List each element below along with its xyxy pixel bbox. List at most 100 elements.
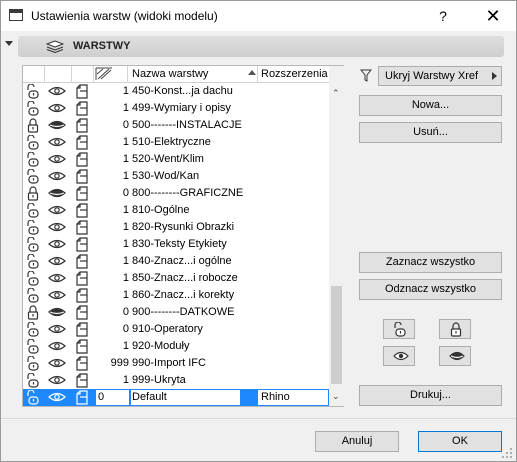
scroll-down-icon[interactable]: ⌄: [332, 391, 340, 402]
unlock-icon[interactable]: [26, 356, 40, 371]
wireframe-page-icon[interactable]: [75, 254, 89, 269]
table-row[interactable]: 1 810-Ogólne: [23, 202, 329, 219]
section-header[interactable]: WARSTWY: [18, 36, 504, 57]
wireframe-page-icon[interactable]: [75, 356, 89, 371]
unlock-icon[interactable]: [26, 152, 40, 167]
unlock-icon[interactable]: [26, 288, 40, 303]
help-button[interactable]: ?: [433, 6, 453, 26]
column-header-name[interactable]: Nazwa warstwy: [132, 68, 208, 80]
eye-icon[interactable]: [48, 152, 66, 166]
eye-icon[interactable]: [48, 322, 66, 336]
show-selected-button[interactable]: [383, 346, 415, 366]
table-row[interactable]: 1 499-Wymiary i opisy: [23, 100, 329, 117]
deselect-all-button[interactable]: Odznacz wszystko: [359, 279, 502, 300]
column-header-extension[interactable]: Rozszerzenia: [261, 68, 328, 80]
eye-icon[interactable]: [48, 254, 66, 268]
wireframe-page-icon[interactable]: [75, 339, 89, 354]
lock-selected-button[interactable]: [439, 319, 471, 339]
wireframe-page-icon[interactable]: [75, 135, 89, 150]
pen-hatch-icon[interactable]: [95, 67, 113, 81]
unlock-icon[interactable]: [26, 135, 40, 150]
table-row[interactable]: 1 920-Moduły: [23, 338, 329, 355]
unlock-icon[interactable]: [26, 339, 40, 354]
resize-grip-icon[interactable]: [501, 447, 513, 459]
table-row[interactable]: 1 820-Rysunki Obrazki: [23, 219, 329, 236]
lock-icon[interactable]: [26, 186, 40, 201]
unlock-icon[interactable]: [26, 169, 40, 184]
eye-icon[interactable]: [48, 390, 66, 404]
unlock-icon[interactable]: [26, 254, 40, 269]
wireframe-page-icon[interactable]: [75, 322, 89, 337]
hide-selected-button[interactable]: [439, 346, 471, 366]
ok-button[interactable]: OK: [418, 431, 502, 452]
select-all-button[interactable]: Zaznacz wszystko: [359, 252, 502, 273]
wireframe-page-icon[interactable]: [75, 288, 89, 303]
wireframe-page-icon[interactable]: [75, 220, 89, 235]
new-layer-button[interactable]: Nowa...: [359, 95, 502, 116]
eye-icon[interactable]: [48, 339, 66, 353]
wireframe-page-icon[interactable]: [75, 101, 89, 116]
unlock-icon[interactable]: [26, 237, 40, 252]
table-row[interactable]: 1 840-Znacz...i ogólne: [23, 253, 329, 270]
collapse-arrow-icon[interactable]: [5, 41, 13, 46]
eye-icon[interactable]: [48, 288, 66, 302]
eye-icon[interactable]: [48, 169, 66, 183]
unlock-icon[interactable]: [26, 390, 40, 405]
scroll-up-icon[interactable]: ⌃: [332, 88, 340, 99]
wireframe-page-icon[interactable]: [75, 84, 89, 99]
wireframe-page-icon[interactable]: [75, 390, 89, 405]
eye-icon[interactable]: [48, 373, 66, 387]
table-row[interactable]: 1 850-Znacz...i robocze: [23, 270, 329, 287]
unlock-icon[interactable]: [26, 84, 40, 99]
eye-icon[interactable]: [48, 203, 66, 217]
eye-icon[interactable]: [48, 237, 66, 251]
wireframe-page-icon[interactable]: [75, 305, 89, 320]
wireframe-page-icon[interactable]: [75, 169, 89, 184]
wireframe-page-icon[interactable]: [75, 237, 89, 252]
table-row[interactable]: 1 510-Elektryczne: [23, 134, 329, 151]
table-row[interactable]: 0 910-Operatory: [23, 321, 329, 338]
unlock-icon[interactable]: [26, 220, 40, 235]
eye-icon[interactable]: [48, 271, 66, 285]
wireframe-page-icon[interactable]: [75, 118, 89, 133]
unlock-icon[interactable]: [26, 101, 40, 116]
scrollbar-thumb[interactable]: [331, 286, 342, 384]
wireframe-page-icon[interactable]: [75, 373, 89, 388]
table-row[interactable]: 1 830-Teksty Etykiety: [23, 236, 329, 253]
table-row[interactable]: 0 500-------INSTALACJE: [23, 117, 329, 134]
delete-layer-button[interactable]: Usuń...: [359, 122, 502, 143]
wireframe-page-icon[interactable]: [75, 186, 89, 201]
cancel-button[interactable]: Anuluj: [315, 431, 399, 452]
wireframe-page-icon[interactable]: [75, 152, 89, 167]
table-row[interactable]: 1 520-Went/Klim: [23, 151, 329, 168]
unlock-icon[interactable]: [26, 322, 40, 337]
table-row[interactable]: 0 800--------GRAFICZNE: [23, 185, 329, 202]
eye-icon[interactable]: [48, 220, 66, 234]
xref-filter-dropdown[interactable]: Ukryj Warstwy Xref: [378, 66, 502, 86]
table-row[interactable]: 999 990-Import IFC: [23, 355, 329, 372]
eye-icon[interactable]: [48, 101, 66, 115]
eye-closed-icon[interactable]: [48, 118, 66, 132]
table-row[interactable]: 0 900--------DATKOWE: [23, 304, 329, 321]
eye-closed-icon[interactable]: [48, 186, 66, 200]
wireframe-page-icon[interactable]: [75, 271, 89, 286]
unlock-icon[interactable]: [26, 203, 40, 218]
eye-closed-icon[interactable]: [48, 305, 66, 319]
unlock-selected-button[interactable]: [383, 319, 415, 339]
table-scrollbar[interactable]: ⌃ ⌄: [329, 66, 344, 406]
eye-icon[interactable]: [48, 84, 66, 98]
eye-icon[interactable]: [48, 356, 66, 370]
lock-icon[interactable]: [26, 118, 40, 133]
lock-icon[interactable]: [26, 305, 40, 320]
eye-icon[interactable]: [48, 135, 66, 149]
table-row[interactable]: 1 450-Konst...ja dachu: [23, 83, 329, 100]
table-row[interactable]: 1 860-Znacz...i korekty: [23, 287, 329, 304]
table-row[interactable]: 1 530-Wod/Kan: [23, 168, 329, 185]
table-row[interactable]: 0 Default Rhino: [23, 389, 329, 406]
table-row[interactable]: 1 999-Ukryta: [23, 372, 329, 389]
unlock-icon[interactable]: [26, 373, 40, 388]
wireframe-page-icon[interactable]: [75, 203, 89, 218]
close-button[interactable]: ✕: [481, 5, 505, 27]
unlock-icon[interactable]: [26, 271, 40, 286]
print-button[interactable]: Drukuj...: [359, 385, 502, 406]
